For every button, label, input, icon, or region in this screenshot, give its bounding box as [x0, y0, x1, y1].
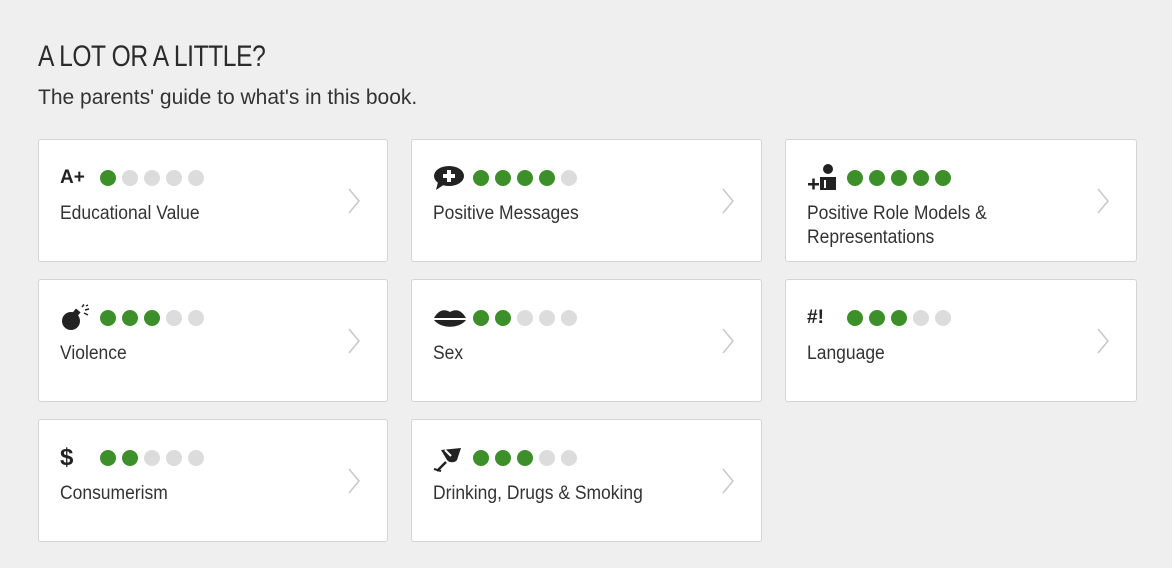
rating-dot-empty [166, 310, 182, 326]
rating-dot-empty [561, 170, 577, 186]
rating-row [807, 164, 951, 192]
rating-dot-filled [473, 310, 489, 326]
rating-dot-filled [495, 450, 511, 466]
rating-dots [100, 170, 204, 186]
rating-dots [100, 450, 204, 466]
rating-dot-empty [144, 170, 160, 186]
rating-dot-empty [935, 310, 951, 326]
lips-icon [433, 304, 473, 332]
rating-dot-empty [166, 450, 182, 466]
rating-card-positive-role-models[interactable]: Positive Role Models & Representations [785, 139, 1137, 262]
chevron-right-icon [722, 468, 734, 494]
rating-dot-empty [188, 170, 204, 186]
rating-dot-filled [517, 450, 533, 466]
rating-dots [473, 310, 577, 326]
chevron-right-icon [722, 188, 734, 214]
rating-card-language[interactable]: #! Language [785, 279, 1137, 402]
rating-dots [100, 310, 204, 326]
dollar-icon: $ [60, 444, 74, 471]
category-label: Violence [60, 343, 127, 364]
rating-dots [473, 170, 577, 186]
rating-dot-filled [935, 170, 951, 186]
chevron-right-icon [348, 188, 360, 214]
chevron-right-icon [1097, 328, 1109, 354]
rating-row: $ [60, 444, 204, 472]
rating-dot-empty [166, 170, 182, 186]
rating-dot-filled [847, 170, 863, 186]
rating-dot-empty [144, 450, 160, 466]
rating-dot-empty [188, 310, 204, 326]
category-label: Educational Value [60, 203, 200, 224]
rating-dot-filled [517, 170, 533, 186]
rating-row [433, 444, 577, 472]
rating-dot-empty [539, 310, 555, 326]
rating-card-positive-messages[interactable]: Positive Messages [411, 139, 762, 262]
rating-dot-filled [913, 170, 929, 186]
rating-dot-filled [891, 310, 907, 326]
rating-grid: A+ Educational Value Positive Messages P… [38, 139, 1137, 542]
rating-card-violence[interactable]: Violence [38, 279, 388, 402]
rating-dot-filled [869, 310, 885, 326]
rating-dot-empty [517, 310, 533, 326]
educational-value-icon: A+ [60, 167, 85, 188]
rating-dot-filled [869, 170, 885, 186]
chevron-right-icon [348, 328, 360, 354]
category-label: Positive Role Models & Representations [807, 203, 987, 248]
rating-dot-filled [100, 170, 116, 186]
rating-dot-empty [561, 450, 577, 466]
cocktail-glass-icon [433, 444, 473, 472]
chevron-right-icon [348, 468, 360, 494]
category-label: Sex [433, 343, 464, 364]
rating-dots [473, 450, 577, 466]
rating-dot-filled [847, 310, 863, 326]
category-label: Consumerism [60, 483, 168, 504]
chevron-right-icon [722, 328, 734, 354]
bomb-icon [60, 304, 100, 332]
rating-dot-filled [495, 310, 511, 326]
rating-card-sex[interactable]: Sex [411, 279, 762, 402]
rating-row: A+ [60, 164, 204, 192]
rating-dot-filled [891, 170, 907, 186]
rating-row [433, 164, 577, 192]
rating-dot-filled [144, 310, 160, 326]
rating-dot-empty [913, 310, 929, 326]
rating-dot-filled [473, 450, 489, 466]
rating-card-educational-value[interactable]: A+ Educational Value [38, 139, 388, 262]
rating-dot-filled [473, 170, 489, 186]
rating-card-consumerism[interactable]: $ Consumerism [38, 419, 388, 542]
rating-row: #! [807, 304, 951, 332]
category-label: Drinking, Drugs & Smoking [433, 483, 643, 504]
rating-dot-filled [100, 310, 116, 326]
person-plus-icon [807, 164, 847, 192]
rating-dot-filled [100, 450, 116, 466]
rating-dot-filled [539, 170, 555, 186]
rating-row [60, 304, 204, 332]
section-title: A LOT OR A LITTLE? [38, 40, 266, 73]
language-icon: #! [807, 307, 824, 328]
rating-dot-empty [122, 170, 138, 186]
category-label: Language [807, 343, 885, 364]
rating-dot-empty [539, 450, 555, 466]
rating-dots [847, 310, 951, 326]
rating-dot-filled [122, 310, 138, 326]
rating-card-drinking-drugs-smoking[interactable]: Drinking, Drugs & Smoking [411, 419, 762, 542]
rating-dot-empty [188, 450, 204, 466]
chevron-right-icon [1097, 188, 1109, 214]
section-subtitle: The parents' guide to what's in this boo… [38, 86, 418, 109]
category-label: Positive Messages [433, 203, 579, 224]
rating-dots [847, 170, 951, 186]
rating-row [433, 304, 577, 332]
rating-dot-filled [122, 450, 138, 466]
rating-dot-empty [561, 310, 577, 326]
parents-guide-section: A LOT OR A LITTLE? The parents' guide to… [0, 0, 1172, 568]
speech-bubble-plus-icon [433, 164, 473, 192]
rating-dot-filled [495, 170, 511, 186]
